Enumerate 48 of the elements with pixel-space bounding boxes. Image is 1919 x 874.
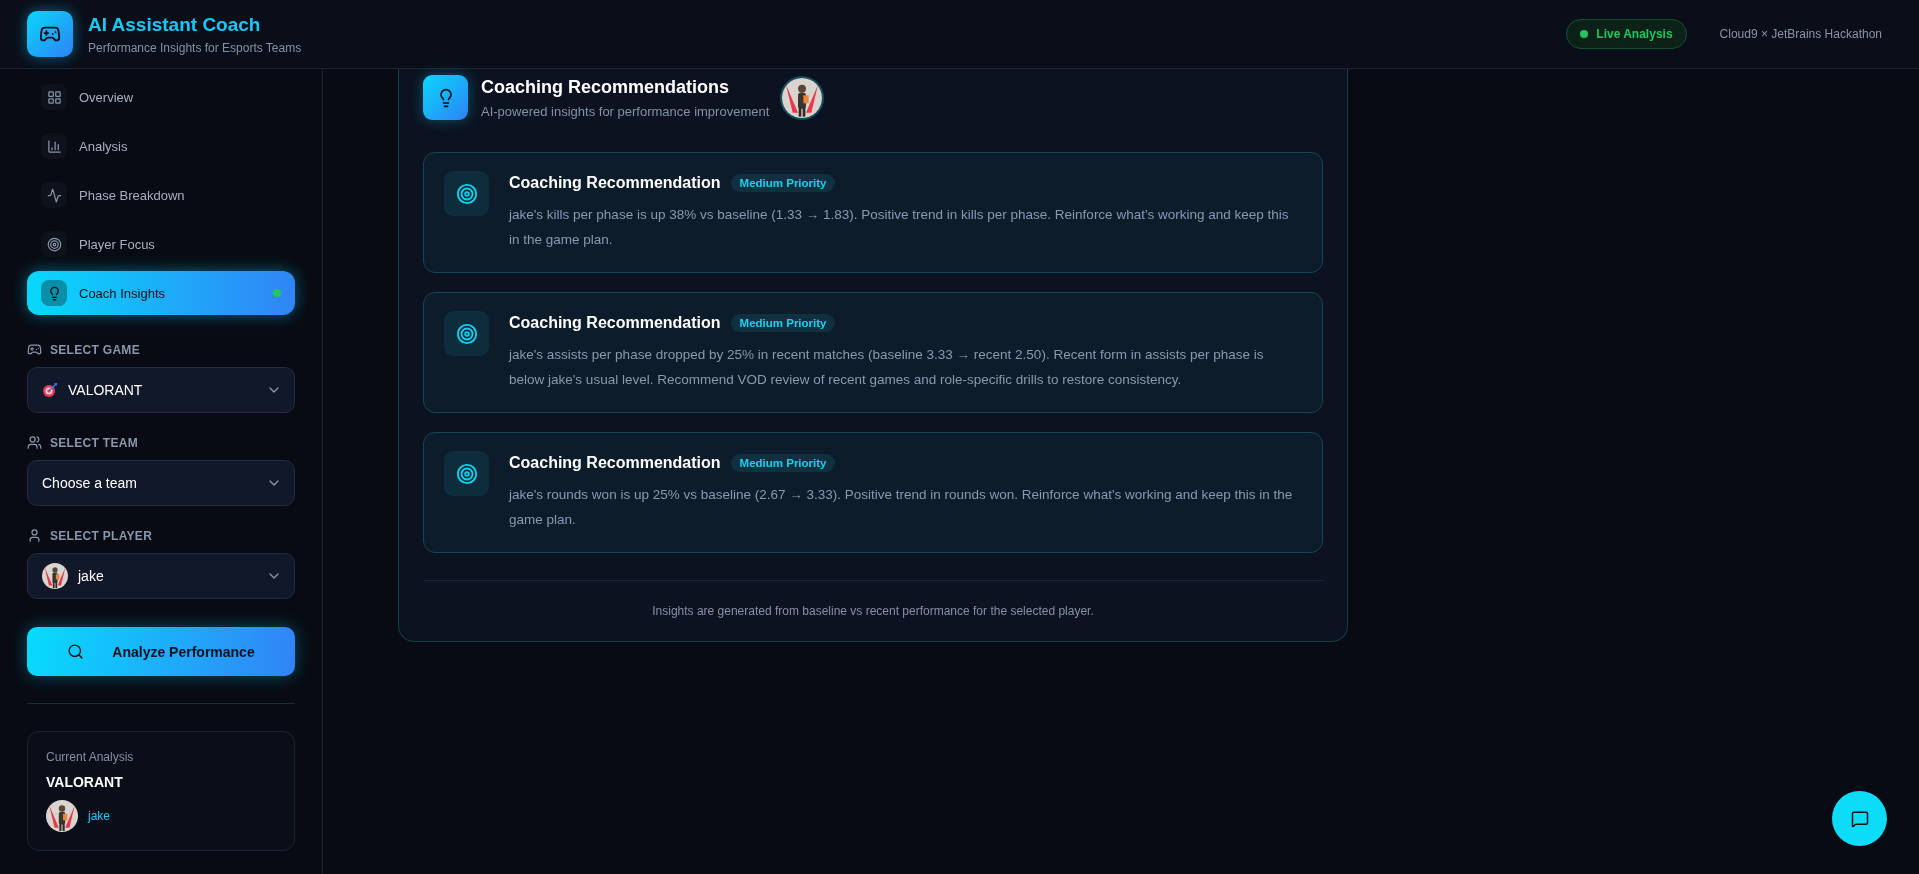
recommendation-title: Coaching Recommendation bbox=[509, 174, 721, 192]
chat-button[interactable] bbox=[1832, 791, 1887, 846]
game-select[interactable]: VALORANT bbox=[27, 367, 295, 413]
recommendation-title: Coaching Recommendation bbox=[509, 454, 721, 472]
event-credit: Cloud9 × JetBrains Hackathon bbox=[1719, 27, 1882, 41]
search-icon bbox=[67, 643, 85, 660]
section-label: SELECT PLAYER bbox=[50, 528, 153, 543]
status-label: Live Analysis bbox=[1596, 27, 1673, 41]
section-label: SELECT TEAM bbox=[50, 435, 138, 450]
recommendation-text: jake's rounds won is up 25% vs baseline (2.67 → 3.33). Positive trend in rounds won. Reinforce what's working and keep this in the game plan. bbox=[509, 486, 1294, 529]
section-label: SELECT GAME bbox=[50, 342, 140, 357]
nav-item[interactable]: Analysis bbox=[27, 124, 295, 168]
footer-note: Insights are generated from baseline vs recent performance for the selected player. bbox=[652, 604, 1094, 618]
nav-item[interactable]: Coach Insights bbox=[27, 271, 295, 315]
dart-target-icon bbox=[42, 382, 58, 398]
nav-item[interactable]: Overview bbox=[27, 75, 295, 119]
lightbulb-icon bbox=[423, 75, 468, 120]
grid-icon bbox=[46, 89, 62, 105]
chat-icon bbox=[1850, 809, 1869, 828]
priority-badge: Medium Priority bbox=[730, 454, 836, 472]
target-icon bbox=[444, 451, 489, 496]
target-icon bbox=[46, 236, 62, 252]
pulse-icon bbox=[46, 187, 62, 203]
bar-chart-icon bbox=[46, 138, 62, 154]
team-select[interactable]: Choose a team bbox=[27, 460, 295, 506]
users-icon bbox=[27, 435, 42, 450]
player-name: jake bbox=[88, 809, 110, 823]
panel-title: Coaching Recommendations bbox=[481, 76, 731, 98]
player-select[interactable]: jake bbox=[27, 553, 295, 599]
target-icon bbox=[444, 171, 489, 216]
panel-subtitle: AI-powered insights for performance improvement bbox=[481, 103, 770, 119]
app-subtitle: Performance Insights for Esports Teams bbox=[88, 40, 302, 55]
target-icon bbox=[444, 311, 489, 356]
priority-badge: Medium Priority bbox=[730, 174, 836, 192]
app-title: AI Assistant Coach bbox=[88, 13, 262, 36]
recommendation-text: jake's assists per phase dropped by 25% in recent matches (baseline 3.33 → recent 2.50). Recent form in assists per phase is below jake's usual level. Recommend VOD review of recent games and role-specific drills to restore consistency. bbox=[509, 346, 1265, 389]
nav-item[interactable]: Player Focus bbox=[27, 222, 295, 266]
card-title: Current Analysis bbox=[46, 750, 135, 764]
recommendation-text: jake's kills per phase is up 38% vs baseline (1.33 → 1.83). Positive trend in kills per phase. Reinforce what's working and keep this in the game plan. bbox=[509, 206, 1290, 249]
nav-item[interactable]: Phase Breakdown bbox=[27, 173, 295, 217]
analyze-button[interactable]: Analyze Performance bbox=[27, 627, 295, 676]
recommendation-title: Coaching Recommendation bbox=[509, 314, 721, 332]
game-name: VALORANT bbox=[46, 774, 124, 790]
gamepad-icon bbox=[27, 342, 42, 357]
logo-icon bbox=[27, 11, 73, 57]
active-dot bbox=[273, 289, 281, 297]
priority-badge: Medium Priority bbox=[730, 314, 836, 332]
user-icon bbox=[27, 528, 42, 543]
